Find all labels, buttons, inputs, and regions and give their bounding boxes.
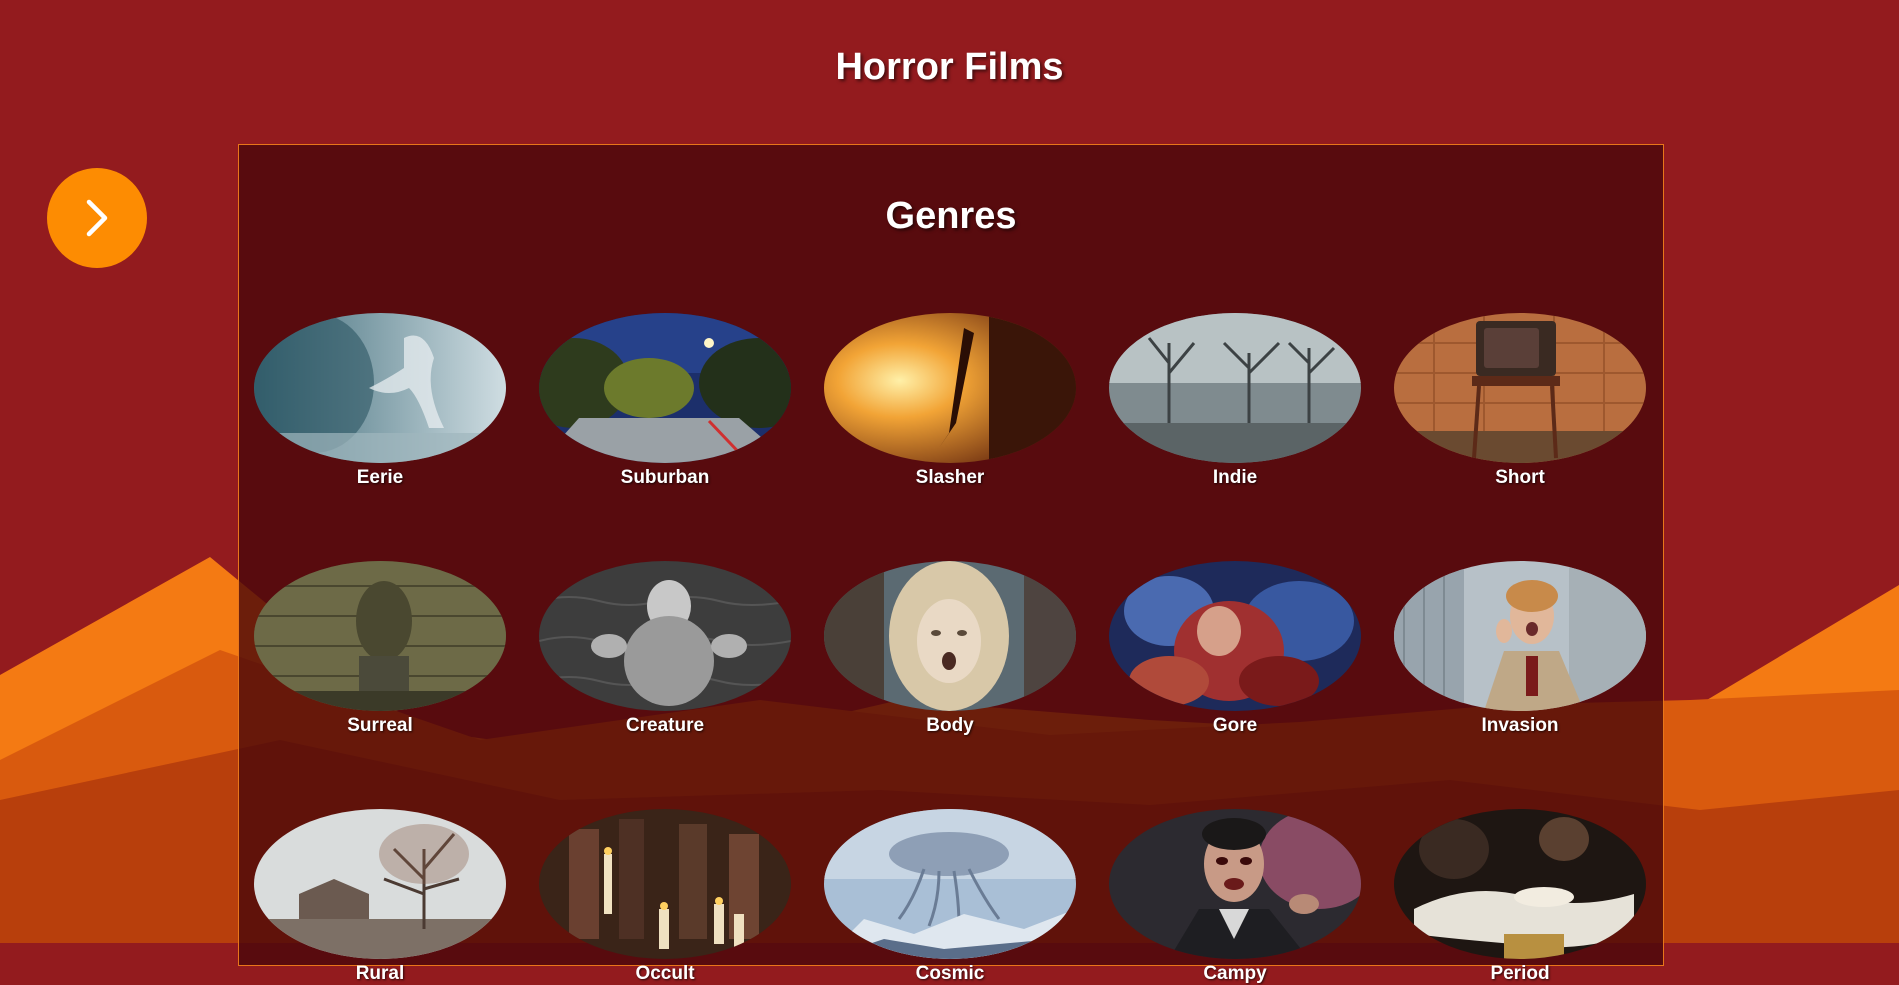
genre-label: Surreal [347,715,413,736]
genre-label: Suburban [620,467,710,488]
genre-label: Indie [1212,467,1258,488]
genre-image[interactable] [1394,809,1646,959]
genre-label: Period [1490,963,1550,984]
genre-card-invasion[interactable]: Invasion [1394,561,1646,737]
genre-label: Rural [355,963,405,984]
genre-card-cosmic[interactable]: Cosmic [824,809,1076,985]
genre-label: Slasher [915,467,985,488]
genre-image[interactable] [539,809,791,959]
genre-image[interactable] [254,313,506,463]
genre-label: Body [926,715,974,736]
genre-card-eerie[interactable]: Eerie [254,313,506,489]
next-button[interactable] [47,168,147,268]
genre-image[interactable] [824,561,1076,711]
genre-image[interactable] [1109,313,1361,463]
genre-label: Creature [625,715,705,736]
genres-panel: Genres Eerie Suburban Slasher Indie Shor… [238,144,1664,984]
genre-image[interactable] [254,809,506,959]
genre-label: Cosmic [915,963,985,984]
genre-image[interactable] [254,561,506,711]
genre-label: Eerie [356,467,404,488]
genre-label: Campy [1203,963,1267,984]
genre-label: Invasion [1481,715,1559,736]
genre-card-suburban[interactable]: Suburban [539,313,791,489]
genre-image[interactable] [824,809,1076,959]
genre-card-occult[interactable]: Occult [539,809,791,985]
genre-label: Occult [635,963,695,984]
genre-card-slasher[interactable]: Slasher [824,313,1076,489]
genre-label: Gore [1212,715,1258,736]
genre-card-short[interactable]: Short [1394,313,1646,489]
genre-card-period[interactable]: Period [1394,809,1646,985]
genre-card-creature[interactable]: Creature [539,561,791,737]
page-title: Horror Films [835,46,1064,88]
genre-card-body[interactable]: Body [824,561,1076,737]
genre-card-surreal[interactable]: Surreal [254,561,506,737]
genre-card-rural[interactable]: Rural [254,809,506,985]
genre-image[interactable] [1109,561,1361,711]
genre-image[interactable] [824,313,1076,463]
genre-image[interactable] [1394,313,1646,463]
genre-grid: Eerie Suburban Slasher Indie Short Surre… [254,313,1649,985]
genre-image[interactable] [539,313,791,463]
genre-card-indie[interactable]: Indie [1109,313,1361,489]
chevron-right-icon [86,199,108,237]
genre-label: Short [1495,467,1545,488]
section-title: Genres [885,195,1017,237]
genre-image[interactable] [1109,809,1361,959]
genre-card-campy[interactable]: Campy [1109,809,1361,985]
genre-image[interactable] [539,561,791,711]
genre-card-gore[interactable]: Gore [1109,561,1361,737]
genre-image[interactable] [1394,561,1646,711]
